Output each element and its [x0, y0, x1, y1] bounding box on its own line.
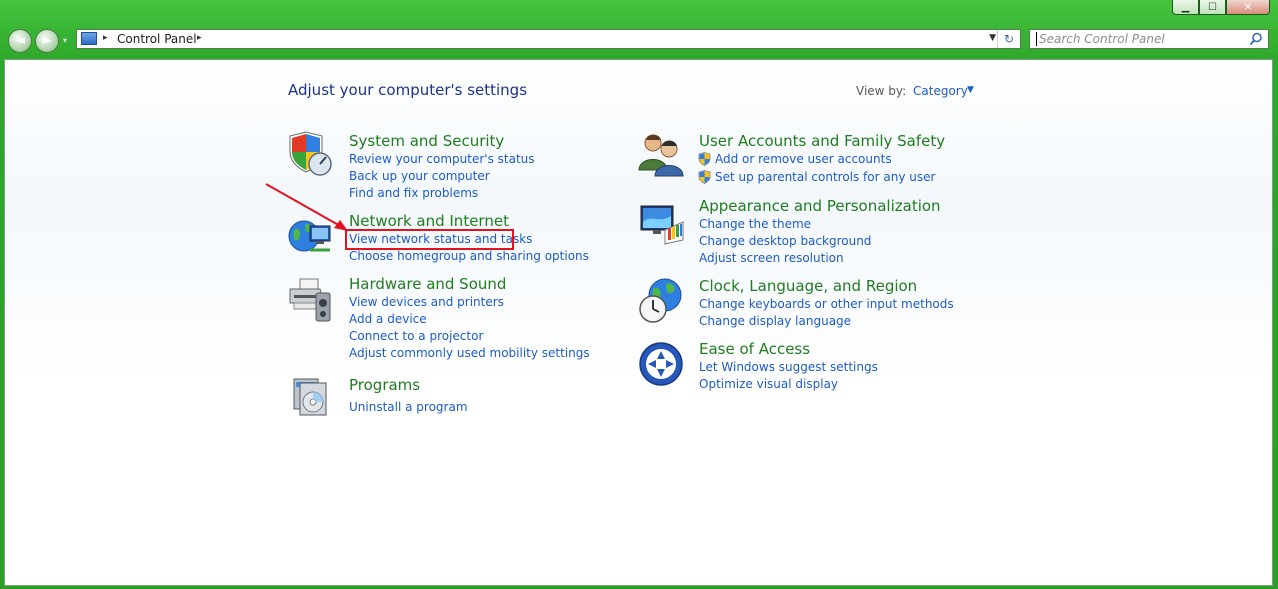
link-add-device[interactable]: Add a device: [349, 312, 427, 326]
printer-speaker-icon[interactable]: [286, 275, 334, 323]
category-ease-of-access[interactable]: Ease of Access: [699, 340, 810, 358]
search-icon[interactable]: [1248, 31, 1264, 47]
link-display-language[interactable]: Change display language: [699, 314, 851, 328]
search-placeholder: Search Control Panel: [1036, 32, 1165, 46]
breadcrumb-separator-icon[interactable]: ▸: [103, 33, 108, 43]
link-parental-controls[interactable]: Set up parental controls for any user: [715, 170, 935, 184]
address-bar[interactable]: ▸ Control Panel ▸ ▼ ↻: [76, 29, 1021, 49]
window-frame: ▁ ☐ ✕ ◄ ► ▾ ▸ Control Panel ▸ ▼ ↻ Search…: [0, 0, 1278, 589]
breadcrumb-control-panel[interactable]: Control Panel: [117, 32, 197, 46]
category-programs[interactable]: Programs: [349, 376, 420, 394]
minimize-button[interactable]: ▁: [1172, 0, 1199, 15]
recent-pages-dropdown[interactable]: ▾: [63, 36, 67, 45]
category-hardware-sound[interactable]: Hardware and Sound: [349, 275, 506, 293]
address-dropdown-icon[interactable]: ▼: [989, 33, 996, 43]
link-review-status[interactable]: Review your computer's status: [349, 152, 535, 166]
link-windows-suggest[interactable]: Let Windows suggest settings: [699, 360, 878, 374]
view-by-select[interactable]: Category: [913, 84, 968, 98]
clock-globe-icon[interactable]: [637, 277, 685, 325]
link-optimize-display[interactable]: Optimize visual display: [699, 377, 838, 391]
forward-button[interactable]: ►: [35, 29, 59, 53]
category-network-internet[interactable]: Network and Internet: [349, 212, 509, 230]
uac-shield-icon: [698, 170, 711, 184]
link-change-theme[interactable]: Change the theme: [699, 217, 811, 231]
category-system-security[interactable]: System and Security: [349, 132, 504, 150]
maximize-button[interactable]: ☐: [1199, 0, 1226, 15]
category-user-accounts[interactable]: User Accounts and Family Safety: [699, 132, 945, 150]
link-mobility-settings[interactable]: Adjust commonly used mobility settings: [349, 346, 590, 360]
link-desktop-background[interactable]: Change desktop background: [699, 234, 871, 248]
page-title: Adjust your computer's settings: [288, 81, 528, 99]
link-back-up[interactable]: Back up your computer: [349, 169, 490, 183]
ease-of-access-icon[interactable]: [637, 340, 685, 388]
link-add-remove-accounts[interactable]: Add or remove user accounts: [715, 152, 892, 166]
link-screen-resolution[interactable]: Adjust screen resolution: [699, 251, 844, 265]
category-clock-language[interactable]: Clock, Language, and Region: [699, 277, 917, 295]
link-connect-projector[interactable]: Connect to a projector: [349, 329, 483, 343]
search-input[interactable]: Search Control Panel: [1029, 29, 1269, 49]
programs-disc-icon[interactable]: [286, 373, 334, 421]
link-find-fix-problems[interactable]: Find and fix problems: [349, 186, 478, 200]
control-panel-content: Adjust your computer's settings View by:…: [4, 59, 1273, 586]
category-appearance[interactable]: Appearance and Personalization: [699, 197, 941, 215]
annotation-arrow-icon: [265, 183, 348, 231]
window-caption-buttons: ▁ ☐ ✕: [1172, 0, 1270, 16]
breadcrumb-chevron-icon[interactable]: ▸: [197, 33, 202, 43]
uac-shield-icon: [698, 152, 711, 166]
back-button[interactable]: ◄: [8, 29, 32, 53]
link-devices-printers[interactable]: View devices and printers: [349, 295, 504, 309]
view-by-caret-icon[interactable]: ▼: [967, 85, 974, 95]
control-panel-icon: [81, 32, 97, 45]
annotation-highlight-box: [345, 229, 514, 250]
link-homegroup-sharing[interactable]: Choose homegroup and sharing options: [349, 249, 589, 263]
link-keyboards-input[interactable]: Change keyboards or other input methods: [699, 297, 954, 311]
close-button[interactable]: ✕: [1226, 0, 1270, 15]
shield-gauge-icon[interactable]: [286, 130, 334, 178]
refresh-button[interactable]: ↻: [997, 30, 1020, 48]
users-icon[interactable]: [637, 130, 685, 178]
monitor-palette-icon[interactable]: [637, 200, 685, 248]
view-by-label: View by:: [856, 84, 907, 98]
link-uninstall-program[interactable]: Uninstall a program: [349, 400, 468, 414]
